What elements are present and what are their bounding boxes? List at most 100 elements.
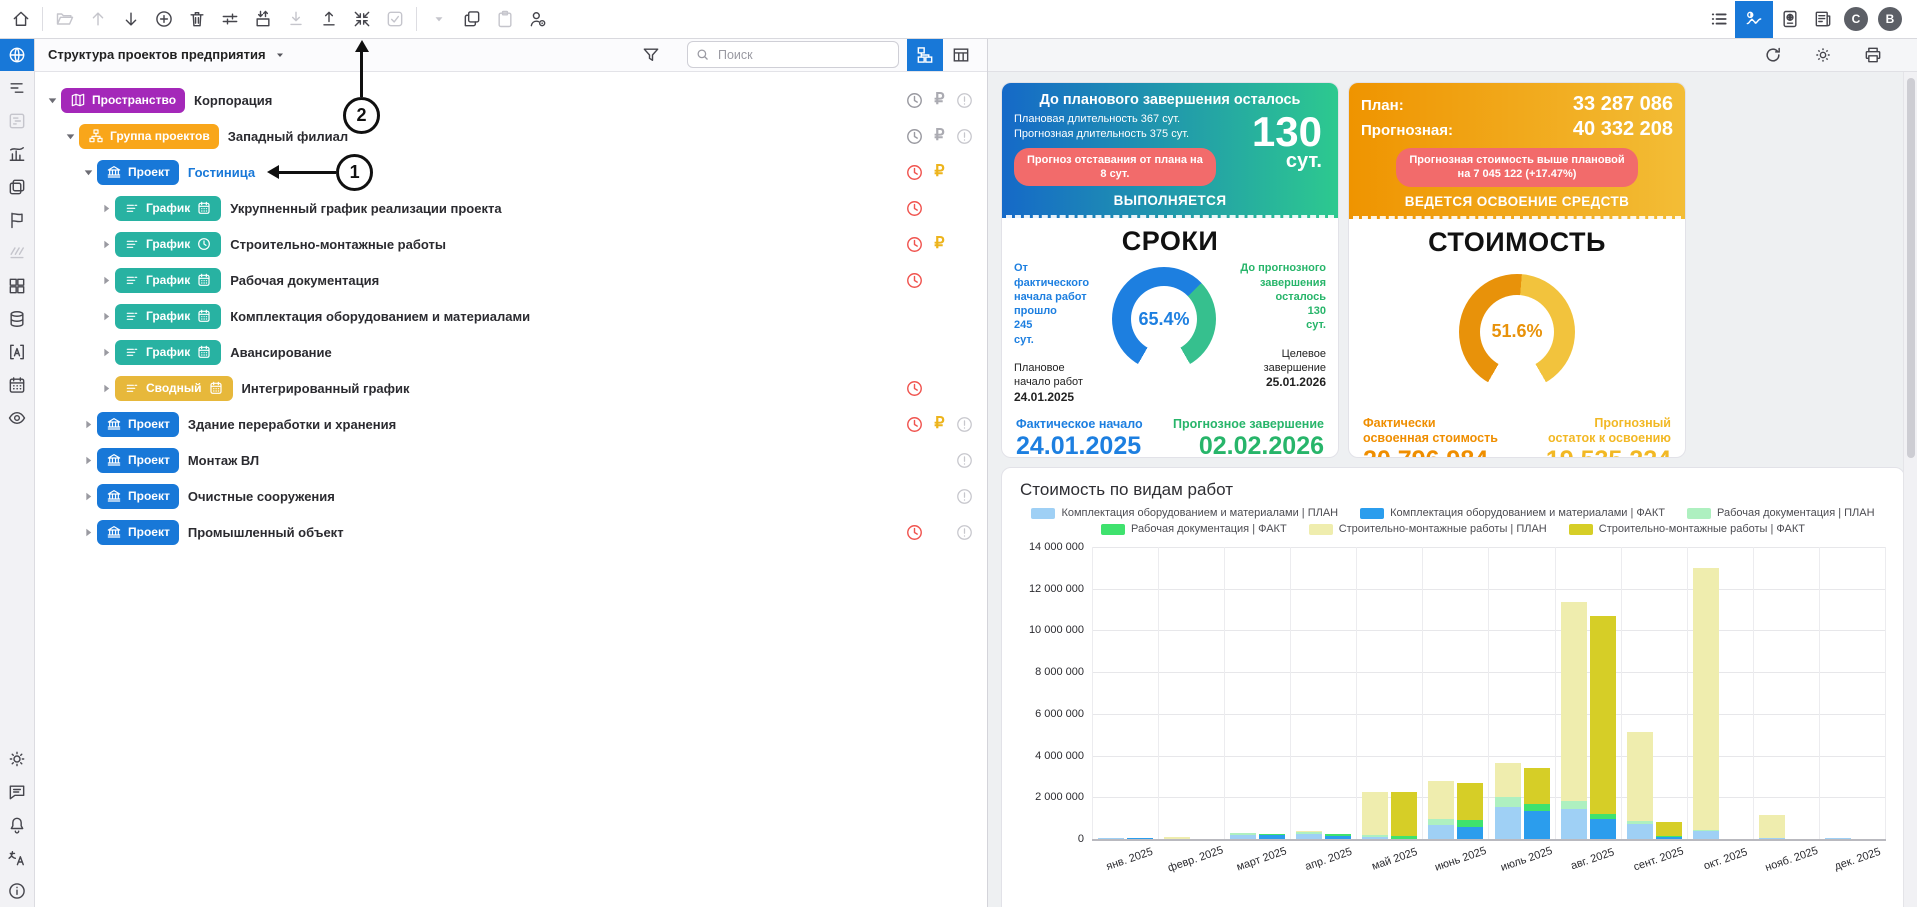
tree-row[interactable]: ПроектЗдание переработки и хранения₽ bbox=[34, 406, 987, 442]
tree-row[interactable]: ПроектПромышленный объект bbox=[34, 514, 987, 550]
project-passport-button[interactable] bbox=[1773, 3, 1806, 35]
tree-row-name[interactable]: Укрупненный график реализации проекта bbox=[230, 201, 501, 216]
table-view-toggle[interactable] bbox=[943, 39, 979, 71]
sidebar-item-comments[interactable] bbox=[0, 775, 34, 808]
filter-icon[interactable] bbox=[641, 45, 661, 65]
avatar-c[interactable]: C bbox=[1844, 7, 1868, 31]
expander-closed-icon[interactable] bbox=[80, 416, 97, 433]
tree-row-name[interactable]: Здание переработки и хранения bbox=[188, 417, 396, 432]
tree-row[interactable]: ГрафикАвансирование bbox=[34, 334, 987, 370]
add-button[interactable] bbox=[147, 3, 180, 35]
settings-gear-icon[interactable] bbox=[1806, 39, 1839, 71]
plan-bar[interactable] bbox=[1825, 838, 1851, 839]
copy-button[interactable] bbox=[455, 3, 488, 35]
analytics-view-button[interactable] bbox=[1735, 1, 1773, 38]
avatar-b[interactable]: B bbox=[1878, 7, 1902, 31]
fact-bar[interactable] bbox=[1457, 783, 1483, 839]
plan-bar[interactable] bbox=[1693, 568, 1719, 839]
sidebar-item-apps-grid[interactable] bbox=[0, 269, 34, 302]
sidebar-item-theme-brightness[interactable] bbox=[0, 742, 34, 775]
tree-row[interactable]: ГрафикУкрупненный график реализации прое… bbox=[34, 190, 987, 226]
properties-button[interactable] bbox=[213, 3, 246, 35]
expander-closed-icon[interactable] bbox=[80, 524, 97, 541]
plan-bar[interactable] bbox=[1296, 831, 1322, 839]
plan-bar[interactable] bbox=[1428, 781, 1454, 839]
expander-open-icon[interactable] bbox=[62, 128, 79, 145]
expander-closed-icon[interactable] bbox=[98, 272, 115, 289]
print-icon[interactable] bbox=[1856, 39, 1889, 71]
tree-row-name[interactable]: Корпорация bbox=[194, 93, 272, 108]
tree-view-title[interactable]: Структура проектов предприятия bbox=[48, 47, 266, 62]
sidebar-item-language-translate[interactable] bbox=[0, 841, 34, 874]
sidebar-item-structure-levels[interactable] bbox=[0, 71, 34, 104]
sidebar-item-layers[interactable] bbox=[0, 170, 34, 203]
expander-closed-icon[interactable] bbox=[98, 308, 115, 325]
search-input-box[interactable] bbox=[687, 41, 899, 68]
move-down-button[interactable] bbox=[114, 3, 147, 35]
tree-row-name[interactable]: Интегрированный график bbox=[242, 381, 410, 396]
plan-bar[interactable] bbox=[1230, 833, 1256, 839]
expander-open-icon[interactable] bbox=[44, 92, 61, 109]
home-button[interactable] bbox=[4, 3, 37, 35]
expander-closed-icon[interactable] bbox=[98, 344, 115, 361]
scrollbar-thumb[interactable] bbox=[1907, 78, 1915, 458]
tree-row[interactable]: ГрафикСтроительно-монтажные работы₽ bbox=[34, 226, 987, 262]
delete-button[interactable] bbox=[180, 3, 213, 35]
collapse-all-button[interactable] bbox=[345, 3, 378, 35]
status-empty-slot bbox=[927, 484, 952, 508]
search-input[interactable] bbox=[716, 47, 891, 63]
tree-row[interactable]: ГрафикКомплектация оборудованием и матер… bbox=[34, 298, 987, 334]
plan-bar[interactable] bbox=[1561, 602, 1587, 839]
sidebar-item-projects-globe[interactable] bbox=[0, 38, 34, 71]
tree-row[interactable]: ГрафикРабочая документация bbox=[34, 262, 987, 298]
expander-closed-icon[interactable] bbox=[98, 200, 115, 217]
archive-button[interactable] bbox=[246, 3, 279, 35]
expander-closed-icon[interactable] bbox=[98, 380, 115, 397]
tree-row[interactable]: Группа проектовЗападный филиал₽ bbox=[34, 118, 987, 154]
plan-bar[interactable] bbox=[1627, 732, 1653, 839]
sidebar-item-flags[interactable] bbox=[0, 203, 34, 236]
tree-row-name[interactable]: Комплектация оборудованием и материалами bbox=[230, 309, 530, 324]
plan-bar[interactable] bbox=[1164, 837, 1190, 839]
fact-bar[interactable] bbox=[1391, 792, 1417, 839]
plan-bar[interactable] bbox=[1098, 838, 1124, 839]
expander-closed-icon[interactable] bbox=[98, 236, 115, 253]
tree-row-name[interactable]: Авансирование bbox=[230, 345, 332, 360]
user-settings-button[interactable] bbox=[521, 3, 554, 35]
list-view-button[interactable] bbox=[1702, 3, 1735, 35]
left-icon-sidebar bbox=[0, 38, 35, 907]
sidebar-item-charts[interactable] bbox=[0, 137, 34, 170]
plan-bar[interactable] bbox=[1759, 815, 1785, 839]
tree-row[interactable]: ПространствоКорпорация₽ bbox=[34, 82, 987, 118]
plan-bar[interactable] bbox=[1362, 792, 1388, 839]
sidebar-item-visibility[interactable] bbox=[0, 401, 34, 434]
tree-row-name[interactable]: Строительно-монтажные работы bbox=[230, 237, 446, 252]
sidebar-item-calendar[interactable] bbox=[0, 368, 34, 401]
tree-row[interactable]: ПроектОчистные сооружения bbox=[34, 478, 987, 514]
expander-closed-icon[interactable] bbox=[80, 452, 97, 469]
tree-row-name[interactable]: Очистные сооружения bbox=[188, 489, 335, 504]
tree-row-name[interactable]: Промышленный объект bbox=[188, 525, 344, 540]
sidebar-item-notifications[interactable] bbox=[0, 808, 34, 841]
expander-closed-icon[interactable] bbox=[80, 488, 97, 505]
expander-open-icon[interactable] bbox=[80, 164, 97, 181]
tree-row-name[interactable]: Западный филиал bbox=[228, 129, 348, 144]
tree-row-name[interactable]: Монтаж ВЛ bbox=[188, 453, 259, 468]
tree-title-caret-icon[interactable] bbox=[274, 49, 286, 61]
tree-row[interactable]: ПроектМонтаж ВЛ bbox=[34, 442, 987, 478]
upload-button[interactable] bbox=[312, 3, 345, 35]
tree-row-name[interactable]: Рабочая документация bbox=[230, 273, 379, 288]
tree-row[interactable]: СводныйИнтегрированный график bbox=[34, 370, 987, 406]
news-feed-button[interactable] bbox=[1806, 3, 1839, 35]
sidebar-item-about-info[interactable] bbox=[0, 874, 34, 907]
tree-row[interactable]: ПроектГостиница₽ bbox=[34, 154, 987, 190]
tree-view-toggle[interactable] bbox=[907, 39, 943, 71]
sidebar-item-database[interactable] bbox=[0, 302, 34, 335]
sidebar-item-dictionary-a[interactable] bbox=[0, 335, 34, 368]
tree-row-name[interactable]: Гостиница bbox=[188, 165, 255, 180]
plan-bar[interactable] bbox=[1495, 763, 1521, 839]
fact-bar[interactable] bbox=[1590, 616, 1616, 839]
fact-bar[interactable] bbox=[1524, 768, 1550, 839]
refresh-icon[interactable] bbox=[1756, 39, 1789, 71]
vertical-scrollbar[interactable] bbox=[1903, 72, 1917, 907]
